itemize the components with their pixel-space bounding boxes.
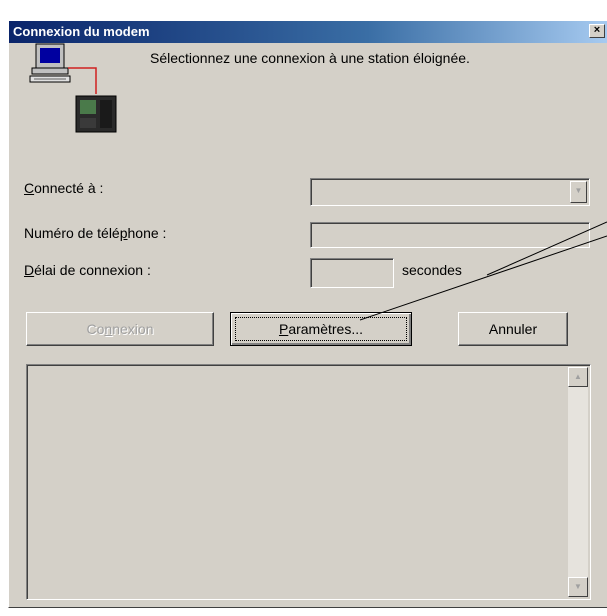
connected-to-accel: C — [24, 180, 35, 196]
close-icon: × — [593, 24, 601, 36]
settings-button[interactable]: Paramètres... — [230, 312, 412, 346]
vertical-scrollbar[interactable]: ▲ ▼ — [568, 367, 588, 597]
cancel-button[interactable]: Annuler — [458, 312, 568, 346]
connection-illustration — [29, 43, 117, 133]
connected-to-label: Connecté à : — [24, 180, 103, 196]
computer-icon — [29, 43, 71, 83]
chevron-down-icon: ▼ — [574, 186, 583, 195]
instruction-text: Sélectionnez une connexion à une station… — [150, 50, 470, 66]
connect-button[interactable]: Connexion — [26, 312, 214, 346]
connection-log[interactable]: ▲ ▼ — [26, 364, 591, 600]
connect-delay-label: Délai de connexion : — [24, 262, 151, 278]
focus-rectangle — [235, 317, 407, 341]
scroll-down-button[interactable]: ▼ — [568, 577, 588, 597]
connect-delay-label-text: élai de connexion : — [34, 262, 151, 278]
phone-number-label: Numéro de téléphone : — [24, 225, 166, 241]
connect-button-pre: Co — [86, 321, 105, 337]
close-button[interactable]: × — [589, 24, 605, 38]
connected-to-combo[interactable]: ▼ — [310, 178, 590, 206]
phone-number-accel: p — [119, 225, 128, 241]
connect-delay-accel: D — [24, 262, 35, 278]
chevron-down-icon: ▼ — [574, 582, 582, 591]
connected-to-label-text: onnecté à : — [34, 180, 104, 196]
modem-device-icon — [75, 95, 117, 133]
connect-delay-field[interactable] — [310, 258, 394, 288]
link-wire — [68, 67, 97, 94]
phone-number-label-pre: Numéro de télé — [24, 225, 120, 241]
connected-to-dropdown-button[interactable]: ▼ — [570, 181, 587, 203]
chevron-up-icon: ▲ — [574, 372, 582, 381]
scroll-up-button[interactable]: ▲ — [568, 367, 588, 387]
connect-delay-unit: secondes — [402, 262, 462, 278]
phone-number-label-post: hone : — [127, 225, 167, 241]
connect-button-post: nexion — [112, 321, 154, 337]
phone-number-field[interactable] — [310, 222, 590, 248]
